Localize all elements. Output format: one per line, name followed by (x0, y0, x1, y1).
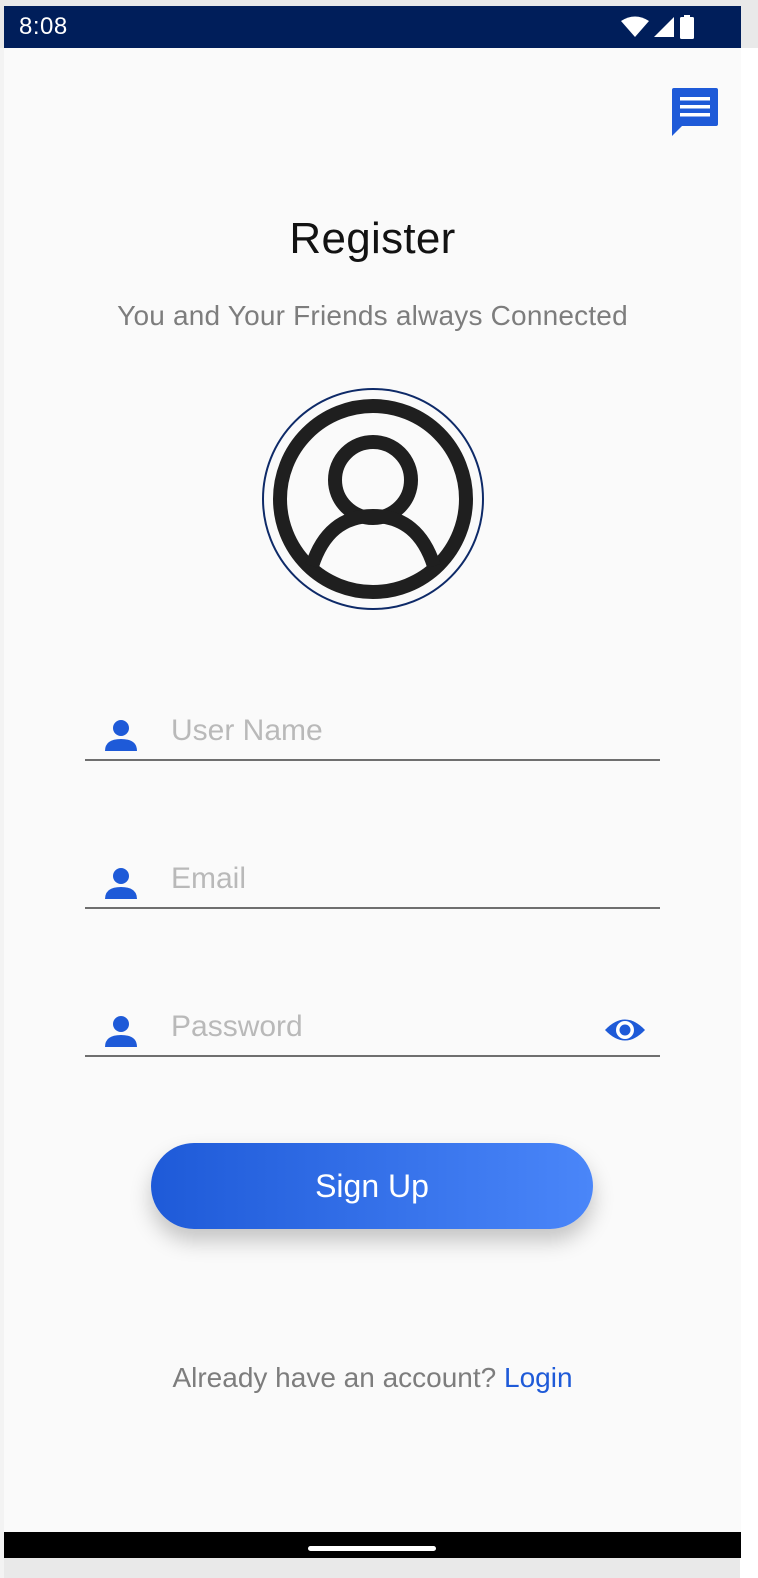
status-bar: 8:08 (4, 6, 741, 48)
email-input[interactable] (171, 857, 591, 901)
password-input[interactable] (171, 1005, 591, 1049)
person-icon (105, 720, 137, 751)
login-prompt: Already have an account? Login (4, 1362, 741, 1394)
battery-icon (680, 15, 694, 39)
navigation-bar (4, 1532, 741, 1558)
phone-screen: 8:08 Register You and Your Friends alway… (4, 6, 741, 1558)
signal-icon (654, 17, 674, 37)
eye-icon (605, 1019, 645, 1041)
chat-button[interactable] (668, 86, 720, 138)
account-circle-icon (273, 399, 473, 599)
login-link[interactable]: Login (504, 1362, 573, 1393)
password-field (85, 995, 660, 1057)
username-input[interactable] (171, 709, 591, 753)
status-time: 8:08 (19, 13, 68, 40)
avatar-picker[interactable] (262, 388, 484, 610)
person-icon (105, 868, 137, 899)
sign-up-button[interactable]: Sign Up (151, 1143, 593, 1229)
login-prompt-text: Already have an account? (172, 1362, 497, 1393)
chat-icon (672, 88, 718, 136)
person-icon (105, 1016, 137, 1047)
wifi-icon (621, 16, 649, 37)
password-visibility-toggle[interactable] (603, 1015, 647, 1045)
home-gesture-handle[interactable] (308, 1546, 436, 1551)
email-field (85, 847, 660, 909)
page-title: Register (289, 214, 456, 263)
background-app-right-edge (740, 48, 758, 1578)
page-subtitle: You and Your Friends always Connected (117, 300, 628, 331)
username-field (85, 699, 660, 761)
status-icons (621, 15, 695, 39)
